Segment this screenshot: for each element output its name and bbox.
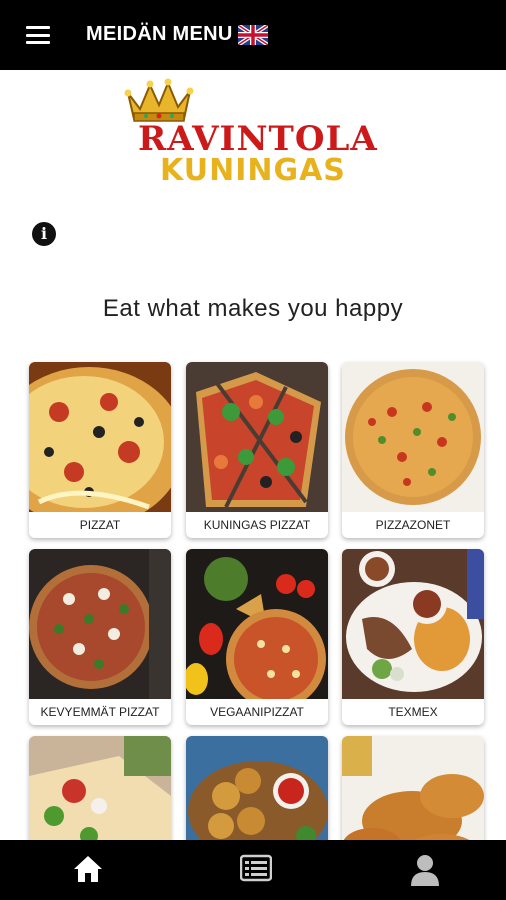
page-title: MEIDÄN MENU — [86, 23, 233, 45]
category-card-8[interactable] — [186, 736, 328, 840]
category-label: PIZZAT — [79, 518, 121, 532]
home-icon[interactable] — [72, 854, 108, 886]
category-image — [342, 736, 484, 840]
user-icon[interactable] — [410, 854, 446, 886]
category-image — [29, 736, 171, 840]
category-card-7[interactable] — [29, 736, 171, 840]
category-image — [29, 362, 171, 512]
category-label: TEXMEX — [388, 705, 438, 719]
category-card-pizzat[interactable]: PIZZAT — [29, 362, 171, 538]
info-icon[interactable]: i — [32, 222, 56, 246]
category-card-kevyemmat-pizzat[interactable]: KEVYEMMÄT PIZZAT — [29, 549, 171, 725]
uk-flag-icon[interactable] — [238, 25, 268, 45]
menu-list-icon[interactable] — [239, 854, 276, 886]
category-image — [186, 362, 328, 512]
category-label: VEGAANIPIZZAT — [210, 705, 304, 719]
category-grid: PIZZAT KUNINGAS PIZZAT PIZZAZONET KEVYEM… — [0, 360, 506, 840]
tagline: Eat what makes you happy — [102, 295, 404, 322]
logo-line-2: KUNINGAS — [160, 153, 346, 188]
category-image — [186, 549, 328, 699]
category-label: KUNINGAS PIZZAT — [203, 518, 311, 532]
category-image — [342, 362, 484, 512]
category-card-pizzazonet[interactable]: PIZZAZONET — [342, 362, 484, 538]
category-image — [186, 736, 328, 840]
bottom-nav — [0, 840, 506, 900]
top-bar: MEIDÄN MENU — [0, 0, 506, 70]
category-card-texmex[interactable]: TEXMEX — [342, 549, 484, 725]
category-label: PIZZAZONET — [375, 518, 451, 532]
category-image — [29, 549, 171, 699]
category-label: KEVYEMMÄT PIZZAT — [40, 705, 160, 719]
crown-icon — [124, 78, 194, 122]
category-card-vegaanipizzat[interactable]: VEGAANIPIZZAT — [186, 549, 328, 725]
category-image — [342, 549, 484, 699]
category-card-kuningas-pizzat[interactable]: KUNINGAS PIZZAT — [186, 362, 328, 538]
restaurant-logo: RAVINTOLA KUNINGAS — [120, 75, 400, 195]
menu-icon[interactable] — [26, 26, 50, 44]
category-card-9[interactable] — [342, 736, 484, 840]
